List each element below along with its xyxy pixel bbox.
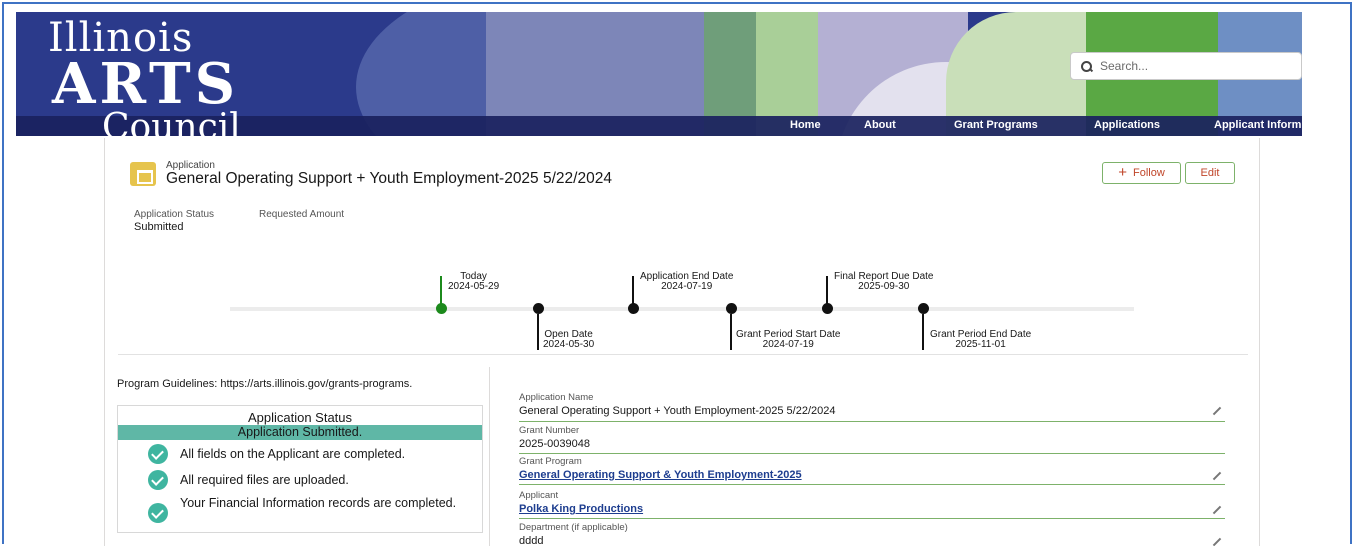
- plus-icon: +: [1118, 164, 1127, 181]
- timeline-stem-today: [440, 276, 442, 306]
- timeline-date: 2024-05-29: [448, 281, 500, 292]
- status-check-text: All fields on the Applicant are complete…: [180, 447, 406, 461]
- timeline-marker-application-end-date: [628, 303, 639, 314]
- timeline-date: 2024-07-19: [661, 281, 713, 292]
- field-underline: [519, 518, 1225, 519]
- field-label-grant-program: Grant Program: [519, 456, 582, 467]
- timeline-label-final-report-due-date: Final Report Due Date 2025-09-30: [834, 272, 934, 292]
- status-check-text: All required files are uploaded.: [180, 473, 349, 487]
- follow-label: Follow: [1132, 167, 1165, 179]
- timeline-stem-grant-period-start-date: [730, 314, 732, 350]
- timeline-stem-grant-period-end-date: [922, 314, 924, 350]
- timeline-track: [230, 307, 1134, 311]
- timeline-marker-grant-period-start-date: [726, 303, 737, 314]
- timeline-label-grant-period-end-date: Grant Period End Date 2025-11-01: [930, 330, 1031, 350]
- edit-pencil-icon[interactable]: [1211, 406, 1221, 416]
- timeline-marker-open-date: [533, 303, 544, 314]
- status-check-item: All required files are uploaded.: [148, 470, 470, 490]
- logo-line-3: Council: [102, 107, 241, 137]
- search-placeholder: Search...: [1100, 59, 1149, 73]
- program-guidelines-link[interactable]: Program Guidelines: https://arts.illinoi…: [117, 378, 412, 390]
- search-icon: [1081, 60, 1092, 72]
- checkmark-icon: [148, 503, 168, 523]
- nav-item-applications[interactable]: Applications: [1094, 119, 1160, 131]
- timeline-date: 2025-11-01: [955, 339, 1006, 350]
- highlight-label-application-status: Application Status: [134, 209, 215, 220]
- timeline-label-today: Today 2024-05-29: [448, 272, 499, 292]
- field-label-application-name: Application Name: [519, 392, 594, 403]
- illinois-arts-council-logo[interactable]: Illinois ARTS Council: [48, 18, 241, 136]
- nav-item-about[interactable]: About: [864, 119, 896, 131]
- highlight-value-application-status: Submitted: [134, 221, 184, 233]
- header-divider: [118, 354, 1248, 355]
- follow-button[interactable]: + Follow: [1102, 162, 1181, 184]
- field-value-grant-program-link[interactable]: General Operating Support & Youth Employ…: [519, 469, 802, 481]
- timeline-stem-application-end-date: [632, 276, 634, 306]
- status-panel-title: Application Status: [247, 410, 353, 425]
- timeline-label-open-date: Open Date 2024-05-30: [543, 330, 594, 350]
- timeline-date: 2024-07-19: [762, 339, 814, 350]
- checkmark-icon: [148, 444, 168, 464]
- timeline-stem-final-report-due-date: [826, 276, 828, 306]
- timeline-stem-open-date: [537, 314, 539, 350]
- field-value-department: dddd: [519, 535, 544, 546]
- highlight-label-requested-amount: Requested Amount: [259, 209, 345, 220]
- site-header-banner: Illinois ARTS Council Search... Home Abo…: [16, 12, 1302, 136]
- field-label-grant-number: Grant Number: [519, 425, 580, 436]
- timeline-label-grant-period-start-date: Grant Period Start Date 2024-07-19: [736, 330, 841, 350]
- timeline-marker-final-report-due-date: [822, 303, 833, 314]
- timeline-label-application-end-date: Application End Date 2024-07-19: [640, 272, 733, 292]
- edit-button[interactable]: Edit: [1185, 162, 1235, 184]
- search-input[interactable]: Search...: [1070, 52, 1302, 80]
- field-value-application-name: General Operating Support + Youth Employ…: [519, 405, 836, 417]
- field-value-grant-number: 2025-0039048: [519, 438, 590, 450]
- status-check-text: Your Financial Information records are c…: [180, 496, 457, 510]
- field-underline: [519, 421, 1225, 422]
- application-icon: [130, 162, 156, 186]
- field-label-department: Department (if applicable): [519, 522, 628, 533]
- application-status-panel: Application Status Application Submitted…: [117, 405, 483, 533]
- panel-divider: [489, 367, 490, 546]
- nav-item-home[interactable]: Home: [790, 119, 821, 131]
- logo-line-2: ARTS: [52, 51, 240, 117]
- status-check-item: All fields on the Applicant are complete…: [148, 444, 470, 464]
- field-underline: [519, 484, 1225, 485]
- record-title: General Operating Support + Youth Employ…: [166, 170, 612, 187]
- field-value-applicant-link[interactable]: Polka King Productions: [519, 503, 643, 515]
- timeline-date: 2025-09-30: [858, 281, 910, 292]
- nav-item-applicant-information[interactable]: Applicant Inform: [1214, 119, 1301, 131]
- edit-pencil-icon[interactable]: [1211, 537, 1221, 546]
- timeline-marker-today: [436, 303, 447, 314]
- checkmark-icon: [148, 470, 168, 490]
- field-underline: [519, 453, 1225, 454]
- edit-pencil-icon[interactable]: [1211, 471, 1221, 481]
- edit-pencil-icon[interactable]: [1211, 505, 1221, 515]
- timeline-date: 2024-05-30: [543, 339, 595, 350]
- timeline-marker-grant-period-end-date: [918, 303, 929, 314]
- status-banner: Application Submitted.: [118, 425, 482, 440]
- field-label-applicant: Applicant: [519, 490, 559, 501]
- status-check-item: Your Financial Information records are c…: [148, 496, 470, 523]
- nav-item-grant-programs[interactable]: Grant Programs: [954, 119, 1038, 131]
